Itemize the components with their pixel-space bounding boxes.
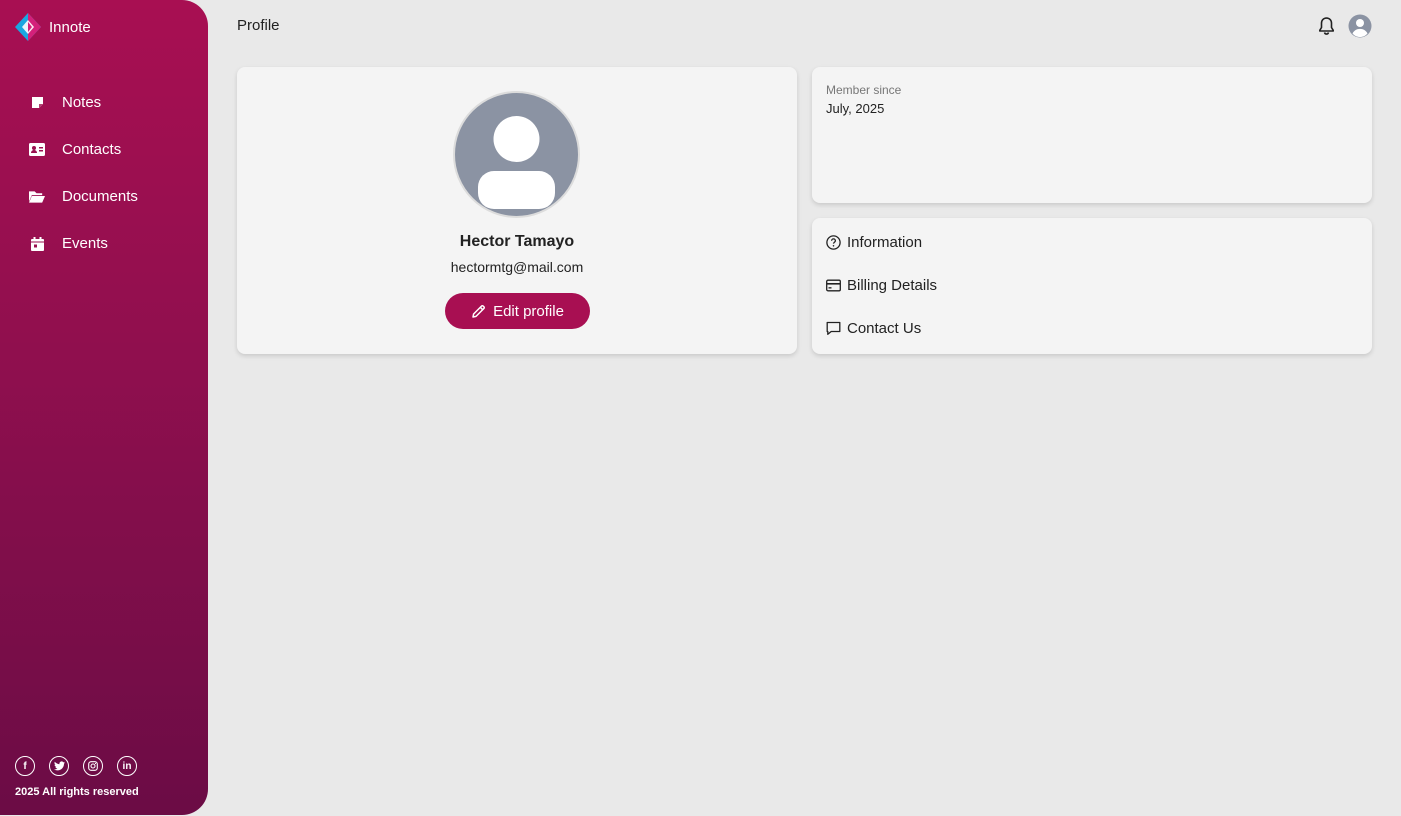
sidebar-nav: Notes Contacts Documents Events	[0, 79, 208, 267]
member-since-label: Member since	[826, 83, 902, 97]
profile-card: Hector Tamayo hectormtg@mail.com Edit pr…	[237, 67, 797, 354]
app-name: Innote	[49, 18, 91, 36]
contact-card-icon	[29, 142, 45, 158]
folder-open-icon	[29, 189, 45, 205]
sticky-note-icon	[29, 95, 45, 111]
sidebar-item-label: Events	[62, 235, 108, 252]
sidebar-item-label: Contacts	[62, 141, 122, 158]
page-title: Profile	[237, 17, 280, 34]
member-card: Member since July, 2025	[812, 67, 1372, 203]
link-label: Information	[847, 234, 923, 251]
facebook-icon[interactable]: f	[15, 756, 35, 776]
link-label: Billing Details	[847, 277, 938, 294]
twitter-icon[interactable]	[49, 756, 69, 776]
sidebar-item-label: Documents	[62, 188, 138, 205]
linkedin-icon[interactable]: in	[117, 756, 137, 776]
profile-email: hectormtg@mail.com	[450, 259, 584, 275]
sidebar-item-contacts[interactable]: Contacts	[0, 126, 208, 173]
sidebar-item-documents[interactable]: Documents	[0, 173, 208, 220]
profile-name: Hector Tamayo	[459, 233, 575, 250]
link-billing-details[interactable]: Billing Details	[826, 277, 937, 294]
sidebar: Innote Notes Contacts Documents Events f…	[0, 0, 208, 815]
copyright: 2025 All rights reserved	[15, 786, 139, 798]
social-links: f in	[15, 756, 151, 776]
edit-profile-label: Edit profile	[493, 302, 564, 320]
logo[interactable]: Innote	[14, 12, 91, 42]
question-circle-icon	[826, 235, 841, 250]
user-avatar-icon[interactable]	[1348, 14, 1372, 38]
member-since-value: July, 2025	[826, 101, 885, 116]
credit-card-icon	[826, 279, 841, 292]
chat-bubble-icon	[826, 321, 841, 335]
pencil-icon	[472, 304, 486, 318]
edit-profile-button[interactable]: Edit profile	[445, 293, 590, 329]
link-label: Contact Us	[847, 320, 922, 337]
sidebar-item-label: Notes	[62, 94, 102, 111]
logo-icon	[15, 13, 41, 41]
bell-icon[interactable]	[1317, 16, 1336, 36]
sidebar-item-events[interactable]: Events	[0, 220, 208, 267]
sidebar-item-notes[interactable]: Notes	[0, 79, 208, 126]
user-silhouette-icon	[478, 116, 555, 209]
calendar-icon	[29, 236, 45, 252]
link-information[interactable]: Information	[826, 234, 922, 251]
links-card: Information Billing Details Contact Us	[812, 218, 1372, 354]
profile-avatar	[453, 91, 580, 218]
link-contact-us[interactable]: Contact Us	[826, 320, 921, 337]
instagram-icon[interactable]	[83, 756, 103, 776]
